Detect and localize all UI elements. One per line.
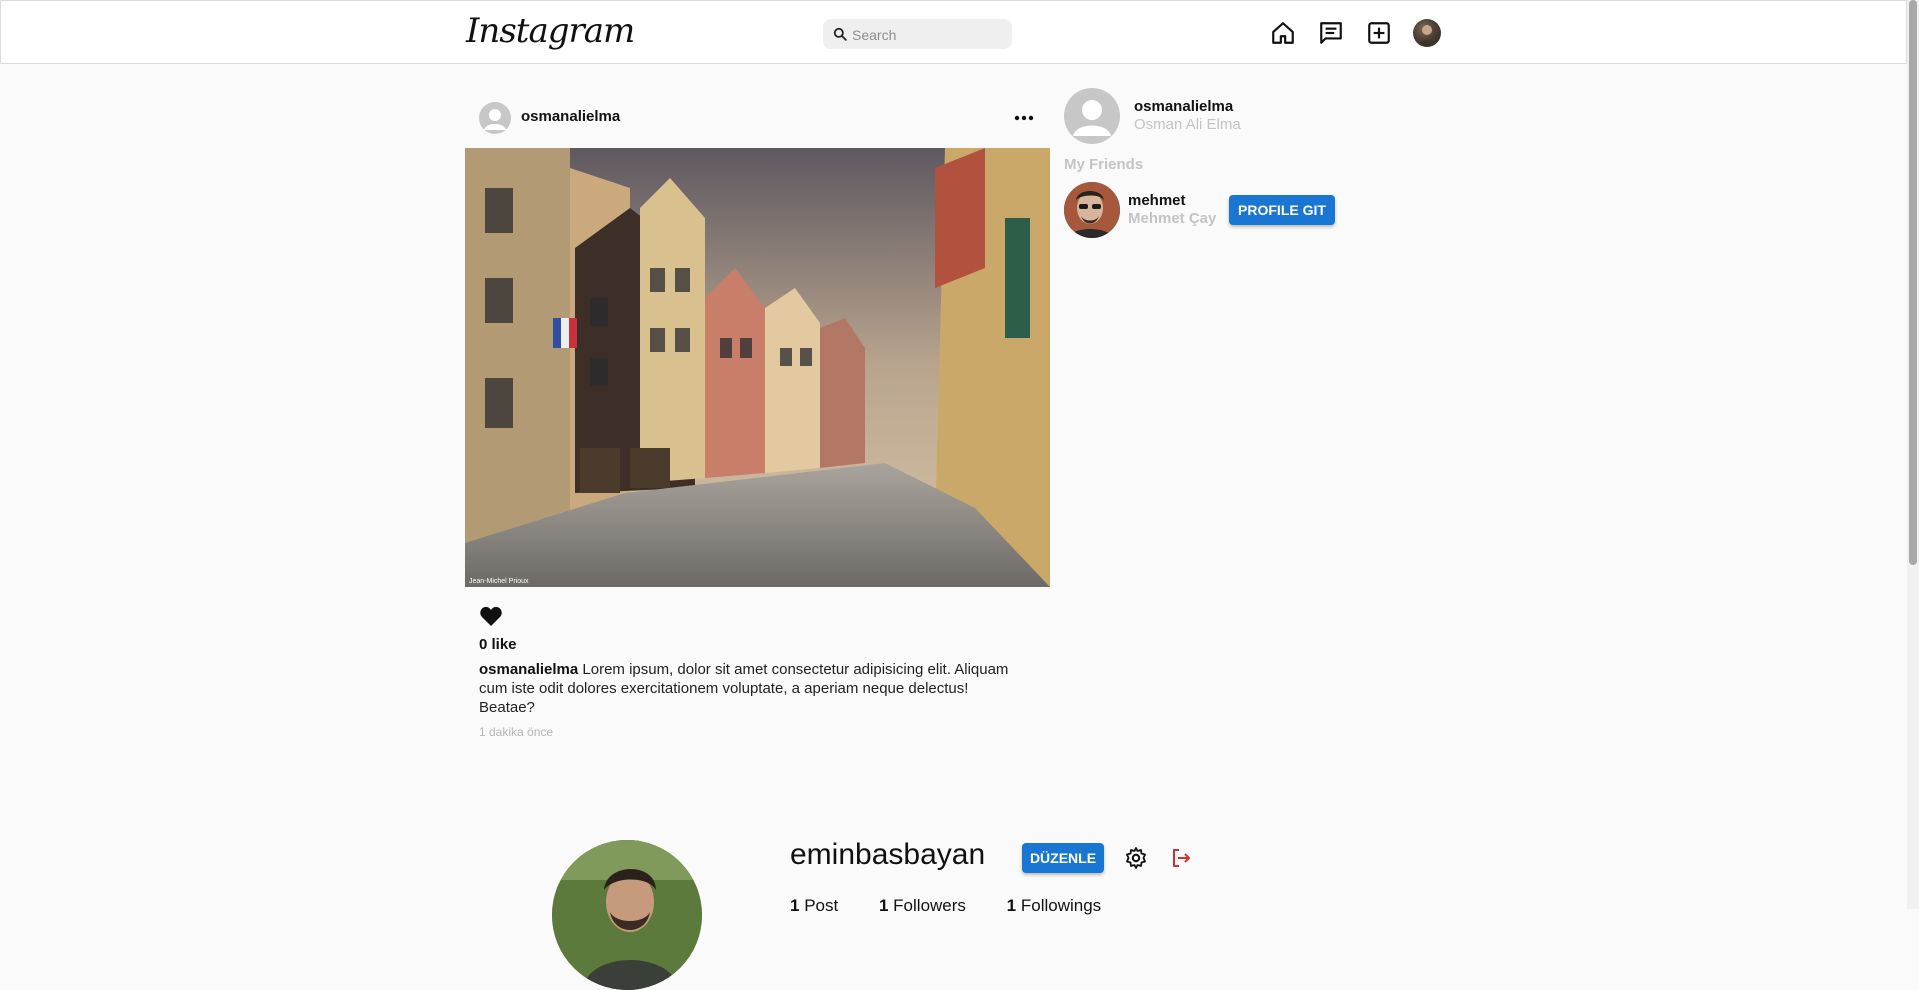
home-icon[interactable] [1270, 20, 1296, 46]
post-timestamp: 1 dakika önce [479, 725, 554, 739]
profile-photo [552, 840, 702, 990]
top-navbar: Instagram [0, 0, 1907, 64]
messages-icon[interactable] [1318, 20, 1344, 46]
gear-icon[interactable] [1124, 846, 1148, 870]
profile-username: eminbasbayan [790, 838, 986, 871]
caption-username[interactable]: osmanalielma [479, 661, 578, 678]
friend-photo [1064, 182, 1120, 238]
like-heart-icon[interactable] [479, 605, 503, 627]
edit-profile-button[interactable]: DÜZENLE [1022, 843, 1104, 873]
add-post-icon[interactable] [1366, 20, 1392, 46]
profile-stats: 1 Post 1 Followers 1 Followings [790, 896, 1137, 916]
stat-followings[interactable]: 1 Followings [1007, 896, 1102, 915]
sidebar-fullname: Osman Ali Elma [1134, 116, 1241, 133]
post-image: Jean-Michel Prioux [465, 148, 1050, 587]
page-scrollbar[interactable] [1907, 0, 1919, 909]
post-caption: osmanalielma Lorem ipsum, dolor sit amet… [479, 660, 1019, 717]
friend-avatar[interactable] [1064, 182, 1120, 238]
default-user-icon [1073, 100, 1111, 136]
search-box[interactable] [823, 19, 1012, 51]
friend-fullname: Mehmet Çay [1128, 210, 1217, 227]
friend-username[interactable]: mehmet [1128, 192, 1186, 209]
post-author-username[interactable]: osmanalielma [521, 108, 620, 125]
scrollbar-thumb[interactable] [1909, 0, 1917, 565]
logout-icon[interactable] [1169, 846, 1193, 870]
default-user-icon [484, 109, 506, 130]
more-options-icon[interactable] [1013, 108, 1035, 128]
photo-credit: Jean-Michel Prioux [469, 578, 529, 585]
avatar-photo [1417, 25, 1437, 47]
go-to-profile-button[interactable]: PROFILE GIT [1229, 195, 1335, 225]
sidebar-username[interactable]: osmanalielma [1134, 98, 1233, 115]
stat-followers[interactable]: 1 Followers [879, 896, 966, 915]
profile-avatar[interactable] [552, 840, 702, 990]
nav-profile-avatar[interactable] [1413, 19, 1441, 47]
stat-posts[interactable]: 1 Post [790, 896, 838, 915]
like-count: 0 like [479, 636, 517, 653]
friends-title: My Friends [1064, 156, 1144, 173]
search-icon [833, 27, 847, 41]
town-street-photo: Jean-Michel Prioux [465, 148, 1050, 587]
search-input[interactable] [850, 19, 1009, 51]
sidebar-user-avatar[interactable] [1064, 88, 1120, 144]
instagram-logo[interactable]: Instagram [466, 11, 635, 51]
post-author-avatar[interactable] [479, 102, 511, 134]
